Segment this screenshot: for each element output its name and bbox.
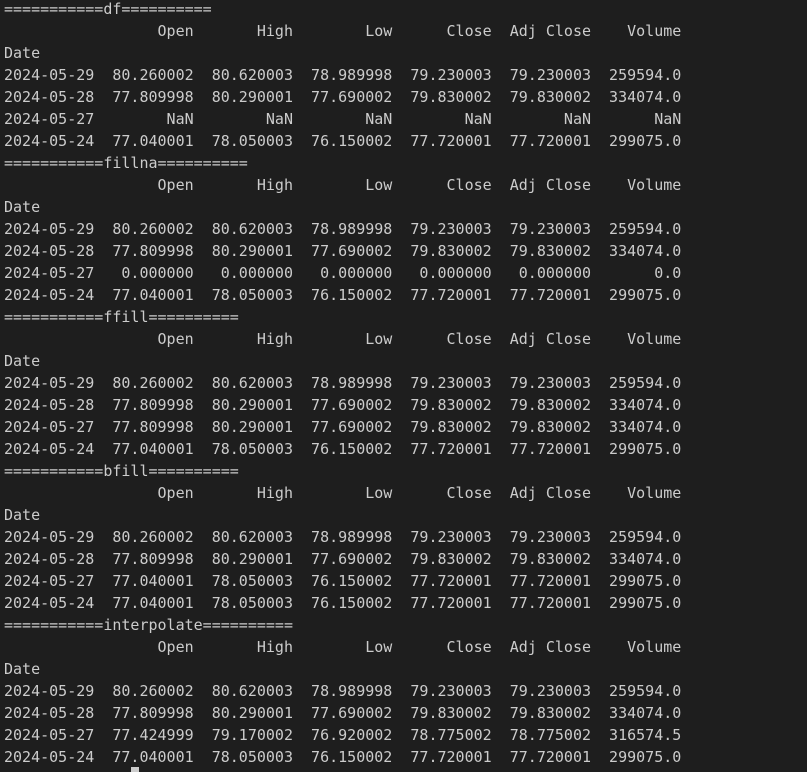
- terminal-cursor: [131, 767, 139, 772]
- terminal-line: 2024-05-29 80.260002 80.620003 78.989998…: [4, 66, 682, 84]
- terminal-line: 2024-05-29 80.260002 80.620003 78.989998…: [4, 682, 682, 700]
- terminal-line: 2024-05-28 77.809998 80.290001 77.690002…: [4, 396, 682, 414]
- terminal-line: 2024-05-29 80.260002 80.620003 78.989998…: [4, 220, 682, 238]
- terminal-line: ===========df==========: [4, 0, 212, 18]
- terminal-line: Date: [4, 660, 41, 678]
- terminal-line: 2024-05-27 NaN NaN NaN NaN NaN NaN: [4, 110, 682, 128]
- terminal-line: 2024-05-27 0.000000 0.000000 0.000000 0.…: [4, 264, 682, 282]
- terminal-line: Open High Low Close Adj Close Volume: [4, 176, 682, 194]
- terminal-line: ===========fillna==========: [4, 154, 248, 172]
- terminal-line: 2024-05-28 77.809998 80.290001 77.690002…: [4, 88, 682, 106]
- terminal-line: 2024-05-29 80.260002 80.620003 78.989998…: [4, 374, 682, 392]
- terminal-line: 2024-05-24 77.040001 78.050003 76.150002…: [4, 748, 682, 766]
- terminal-line: Date: [4, 506, 41, 524]
- terminal-line: 2024-05-29 80.260002 80.620003 78.989998…: [4, 528, 682, 546]
- terminal-line: Open High Low Close Adj Close Volume: [4, 484, 682, 502]
- terminal-line: 2024-05-24 77.040001 78.050003 76.150002…: [4, 594, 682, 612]
- terminal-line: Open High Low Close Adj Close Volume: [4, 638, 682, 656]
- terminal-line: 2024-05-28 77.809998 80.290001 77.690002…: [4, 242, 682, 260]
- terminal-line: 2024-05-24 77.040001 78.050003 76.150002…: [4, 132, 682, 150]
- terminal-line: Open High Low Close Adj Close Volume: [4, 330, 682, 348]
- terminal-line: ===========ffill==========: [4, 308, 239, 326]
- terminal-line: 2024-05-24 77.040001 78.050003 76.150002…: [4, 440, 682, 458]
- terminal-line: Date: [4, 352, 41, 370]
- terminal-line: ===========interpolate==========: [4, 616, 293, 634]
- terminal-line: Date: [4, 44, 41, 62]
- terminal-line: 2024-05-28 77.809998 80.290001 77.690002…: [4, 550, 682, 568]
- terminal-line: 2024-05-28 77.809998 80.290001 77.690002…: [4, 704, 682, 722]
- terminal-line: 2024-05-27 77.040001 78.050003 76.150002…: [4, 572, 682, 590]
- terminal-line: 2024-05-27 77.424999 79.170002 76.920002…: [4, 726, 682, 744]
- terminal-output[interactable]: ===========df========== Open High Low Cl…: [4, 0, 681, 768]
- terminal-line: ===========bfill==========: [4, 462, 239, 480]
- terminal-line: 2024-05-24 77.040001 78.050003 76.150002…: [4, 286, 682, 304]
- terminal-line: 2024-05-27 77.809998 80.290001 77.690002…: [4, 418, 682, 436]
- terminal-line: Date: [4, 198, 41, 216]
- terminal-line: Open High Low Close Adj Close Volume: [4, 22, 682, 40]
